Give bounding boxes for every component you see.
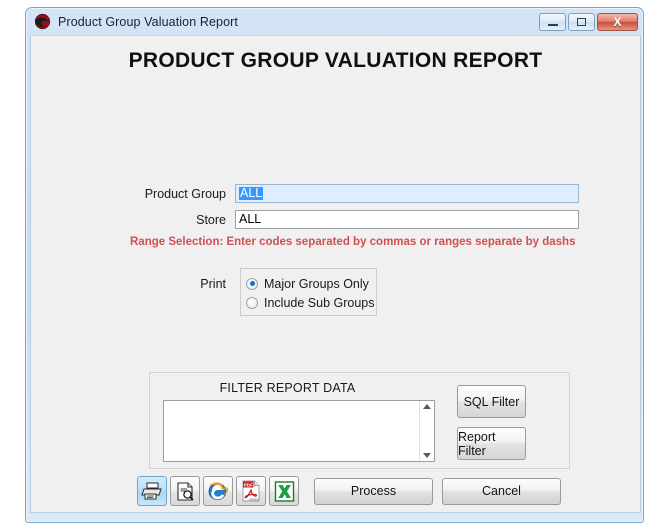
print-preview-icon (176, 481, 194, 501)
product-group-row: Product Group ALL (131, 184, 579, 203)
page-title: PRODUCT GROUP VALUATION REPORT (128, 49, 543, 72)
report-filter-button[interactable]: Report Filter (457, 427, 526, 460)
scroll-down-arrow-icon[interactable] (423, 453, 431, 458)
export-excel-button[interactable] (269, 476, 299, 506)
pdf-adobe-icon: PDF Adobe (242, 480, 260, 502)
action-toolbar: PDF Adobe Process Cancel (137, 476, 569, 506)
close-button[interactable]: X (597, 12, 638, 31)
radio-unselected-icon (246, 296, 258, 309)
process-label: Process (350, 484, 397, 498)
desktop-background: Product Group Valuation Report X PRODUCT… (0, 0, 656, 529)
product-group-value: ALL (239, 186, 264, 201)
filter-report-data-group: FILTER REPORT DATA SQL Filter Report Fil… (149, 372, 570, 469)
radio-selected-icon (246, 277, 258, 290)
store-value: ALL (239, 212, 262, 227)
minimize-button[interactable] (539, 12, 566, 31)
radio-major-groups-only-label: Major Groups Only (264, 276, 369, 291)
filter-report-data-title: FILTER REPORT DATA (219, 381, 356, 395)
radio-major-groups-only[interactable]: Major Groups Only (246, 274, 376, 293)
globe-app-icon (34, 13, 51, 30)
radio-include-sub-groups-label: Include Sub Groups (264, 295, 375, 310)
export-pdf-button[interactable]: PDF Adobe (236, 476, 266, 506)
cancel-label: Cancel (482, 484, 521, 498)
svg-text:Adobe: Adobe (249, 497, 259, 501)
radio-include-sub-groups[interactable]: Include Sub Groups (246, 293, 376, 312)
print-options-panel: Major Groups Only Include Sub Groups (240, 268, 377, 316)
close-icon: X (613, 14, 622, 29)
store-input[interactable]: ALL (235, 210, 579, 229)
title-bar[interactable]: Product Group Valuation Report X (26, 8, 643, 35)
range-selection-note: Range Selection: Enter codes separated b… (130, 236, 576, 248)
window-client-area: PRODUCT GROUP VALUATION REPORT Product G… (30, 35, 641, 513)
maximize-button[interactable] (568, 12, 595, 31)
application-window: Product Group Valuation Report X PRODUCT… (25, 7, 644, 523)
sql-filter-label: SQL Filter (463, 394, 520, 409)
scroll-up-arrow-icon[interactable] (423, 404, 431, 409)
print-preview-button[interactable] (170, 476, 200, 506)
print-button[interactable] (137, 476, 167, 506)
process-button[interactable]: Process (314, 477, 433, 505)
filter-textarea[interactable] (164, 401, 419, 461)
product-group-label: Product Group (144, 186, 226, 201)
window-title: Product Group Valuation Report (58, 14, 238, 29)
internet-explorer-icon (208, 482, 229, 501)
product-group-input[interactable]: ALL (235, 184, 579, 203)
svg-text:PDF: PDF (244, 482, 253, 487)
excel-icon (274, 480, 294, 502)
printer-icon (141, 482, 162, 500)
print-label: Print (200, 277, 226, 291)
minimize-icon (547, 23, 558, 26)
report-filter-label: Report Filter (458, 429, 496, 458)
sql-filter-button[interactable]: SQL Filter (457, 385, 526, 418)
maximize-icon (577, 17, 586, 26)
filter-textarea-scrollbar[interactable] (419, 401, 434, 461)
store-label: Store (196, 212, 226, 227)
store-row: Store ALL (131, 210, 579, 229)
window-controls: X (539, 12, 638, 31)
filter-textarea-container (163, 400, 435, 462)
cancel-button[interactable]: Cancel (442, 477, 561, 505)
export-html-button[interactable] (203, 476, 233, 506)
